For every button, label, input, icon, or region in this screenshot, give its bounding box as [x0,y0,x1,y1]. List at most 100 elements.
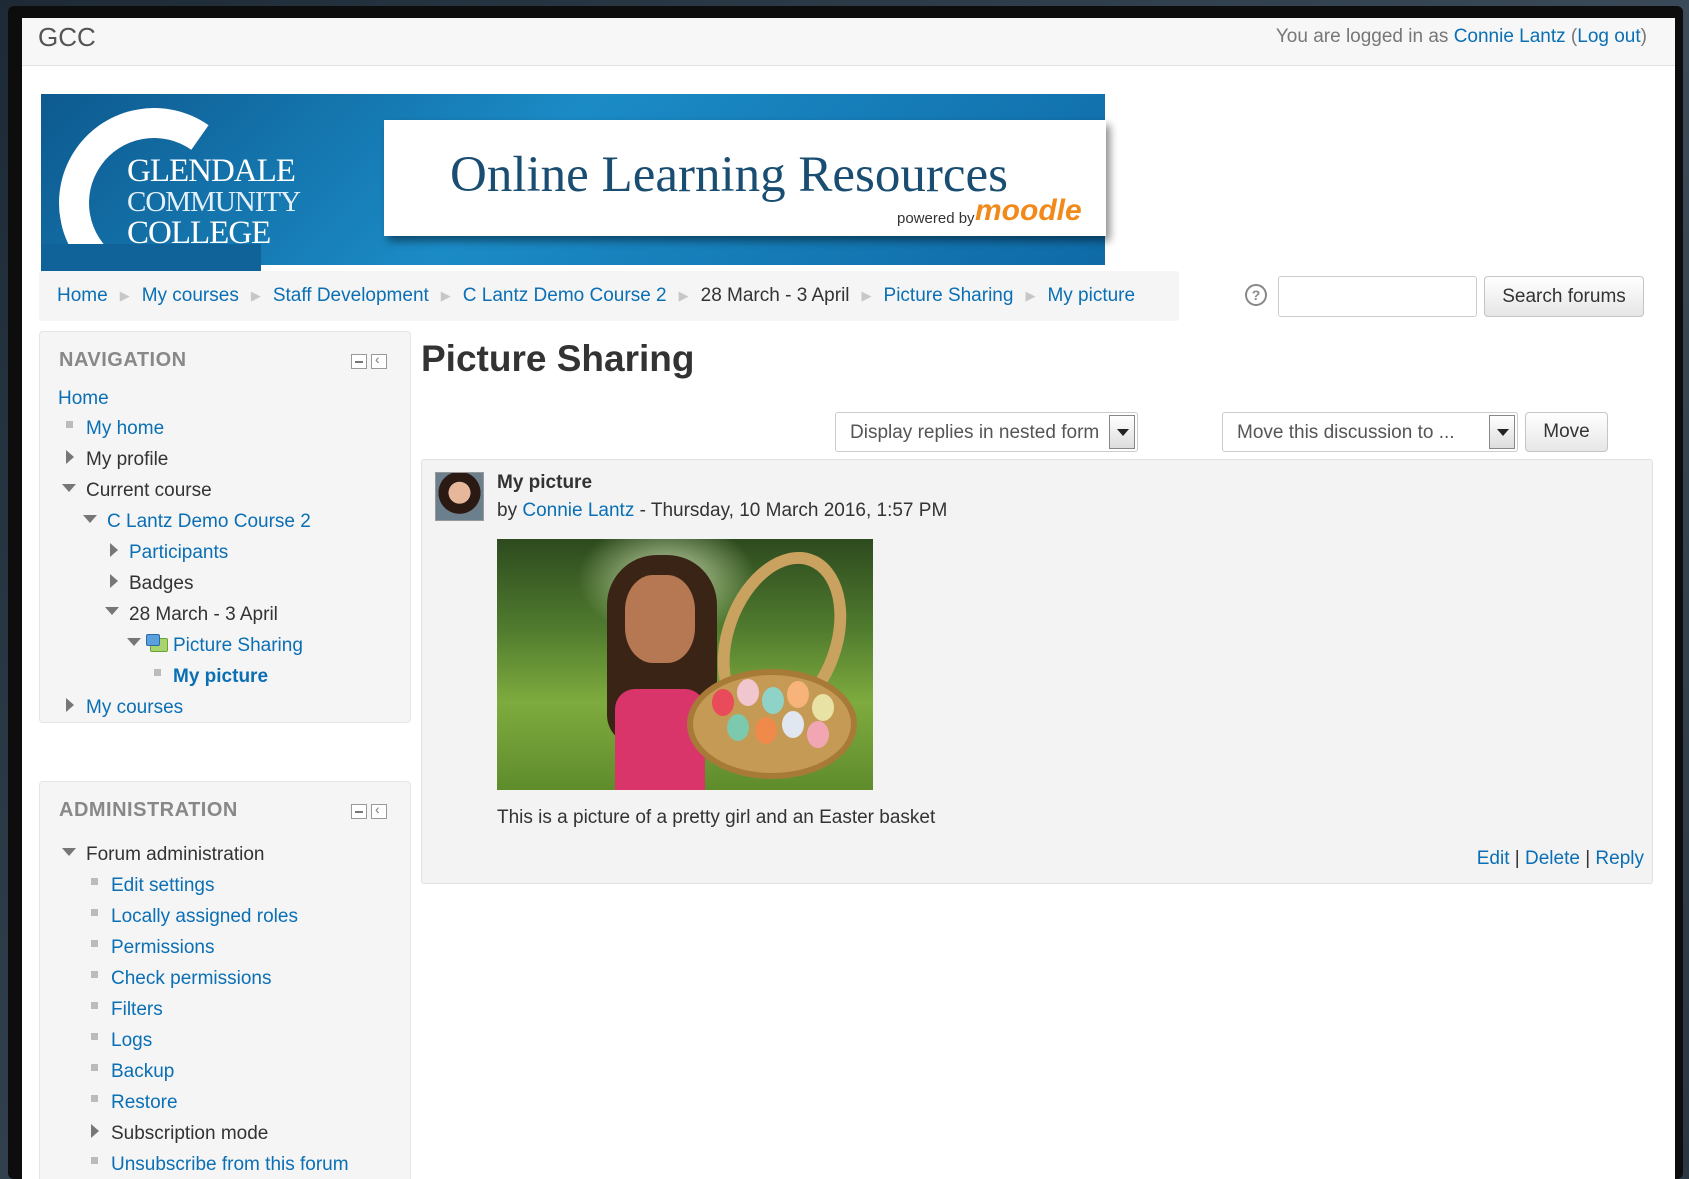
logout-open: ( [1565,26,1578,47]
nav-bullet-icon [66,421,73,428]
user-profile-link[interactable]: Connie Lantz [1454,26,1566,47]
navigation-block-title: NAVIGATION [59,349,187,371]
nav-forum[interactable]: Picture Sharing [173,635,303,657]
breadcrumb-discussion[interactable]: My picture [1047,285,1135,307]
admin-bullet-icon [91,940,98,947]
nav-home[interactable]: Home [58,388,109,410]
move-discussion-select[interactable]: Move this discussion to ... [1222,412,1518,452]
collapse-arrow-icon[interactable] [83,515,97,523]
admin-bullet-icon [91,1064,98,1071]
breadcrumb-separator-icon: ▶ [119,288,130,303]
page-title: Picture Sharing [421,338,695,379]
display-mode-value: Display replies in nested form [850,422,1100,443]
post-image[interactable] [497,539,873,790]
breadcrumb-course[interactable]: C Lantz Demo Course 2 [463,285,667,307]
header-banner[interactable]: GLENDALE COMMUNITY COLLEGE Online Learni… [41,92,1106,314]
post-author-link[interactable]: Connie Lantz [522,500,634,521]
move-discussion-value: Move this discussion to ... [1237,422,1455,443]
admin-backup[interactable]: Backup [111,1061,174,1083]
college-line-3: COLLEGE [127,215,271,251]
collapse-arrow-icon[interactable] [127,638,141,646]
expand-arrow-icon[interactable] [110,543,118,557]
nav-my-profile[interactable]: My profile [86,449,168,471]
search-forums-input[interactable] [1278,276,1477,317]
logout-close: ) [1640,26,1647,47]
expand-arrow-icon[interactable] [110,574,118,588]
admin-bullet-icon [91,1095,98,1102]
nav-my-courses[interactable]: My courses [86,697,183,719]
photo-girl-face [625,575,695,663]
minimize-block-icon[interactable] [351,354,367,369]
photo-egg [762,687,784,714]
collapse-arrow-icon[interactable] [62,848,76,856]
banner-title: Online Learning Resources [450,147,1008,203]
logout-link[interactable]: Log out [1577,26,1640,47]
admin-locally-assigned-roles[interactable]: Locally assigned roles [111,906,298,928]
breadcrumb-separator-icon: ▶ [440,288,451,303]
admin-bullet-icon [91,909,98,916]
banner-title-card: Online Learning Resources powered by moo… [384,120,1106,236]
post-message: This is a picture of a pretty girl and a… [497,807,936,828]
breadcrumb-separator-icon: ▶ [250,288,261,303]
admin-filters[interactable]: Filters [111,999,163,1021]
photo-egg [812,694,834,721]
photo-egg [737,679,759,706]
breadcrumb-staff-development[interactable]: Staff Development [273,285,429,307]
admin-forum-administration[interactable]: Forum administration [86,844,264,866]
admin-unsubscribe[interactable]: Unsubscribe from this forum [111,1154,349,1176]
expand-arrow-icon[interactable] [66,698,74,712]
college-line-2: COMMUNITY [127,186,301,218]
help-icon[interactable]: ? [1245,284,1267,306]
nav-week[interactable]: 28 March - 3 April [129,604,278,626]
chevron-down-icon [1109,415,1135,449]
nav-course[interactable]: C Lantz Demo Course 2 [107,511,311,533]
move-button[interactable]: Move [1525,412,1608,452]
college-line-1: GLENDALE [127,153,296,189]
nav-badges[interactable]: Badges [129,573,193,595]
breadcrumb-forum[interactable]: Picture Sharing [884,285,1014,307]
top-bar: GCC You are logged in as Connie Lantz (L… [22,18,1675,66]
forum-post: My picture by Connie Lantz - Thursday, 1… [421,459,1653,884]
breadcrumb-home[interactable]: Home [57,285,108,307]
admin-permissions[interactable]: Permissions [111,937,214,959]
collapse-arrow-icon[interactable] [62,484,76,492]
dock-block-icon[interactable] [371,351,387,369]
admin-subscription-mode[interactable]: Subscription mode [111,1123,268,1145]
navigation-block: NAVIGATION Home My home My profile Curre… [39,331,411,723]
expand-arrow-icon[interactable] [91,1124,99,1138]
site-name-link[interactable]: GCC [38,22,96,53]
post-delete-link[interactable]: Delete [1525,848,1580,869]
breadcrumb-my-courses[interactable]: My courses [142,285,239,307]
admin-bullet-icon [91,971,98,978]
expand-arrow-icon[interactable] [66,450,74,464]
admin-logs[interactable]: Logs [111,1030,152,1052]
dock-block-icon[interactable] [371,801,387,819]
author-avatar[interactable] [435,472,484,521]
search-forums-button[interactable]: Search forums [1484,276,1644,317]
post-command-separator: | [1509,848,1525,869]
breadcrumb-separator-icon: ▶ [861,288,872,303]
admin-restore[interactable]: Restore [111,1092,178,1114]
breadcrumb-separator-icon: ▶ [1025,288,1036,303]
post-edit-link[interactable]: Edit [1477,848,1510,869]
powered-by-label: powered by [897,210,975,227]
nav-current-course[interactable]: Current course [86,480,212,502]
nav-participants[interactable]: Participants [129,542,228,564]
login-info: You are logged in as Connie Lantz (Log o… [1276,26,1647,48]
administration-block: ADMINISTRATION Forum administration Edit… [39,781,411,1179]
post-reply-link[interactable]: Reply [1595,848,1644,869]
admin-check-permissions[interactable]: Check permissions [111,968,272,990]
display-mode-select[interactable]: Display replies in nested form [835,412,1138,452]
photo-egg [787,681,809,708]
minimize-block-icon[interactable] [351,804,367,819]
college-logo-text: GLENDALE COMMUNITY COLLEGE [127,153,301,251]
nav-bullet-icon [154,669,161,676]
nav-my-home[interactable]: My home [86,418,164,440]
admin-edit-settings[interactable]: Edit settings [111,875,215,897]
post-by-label: by [497,500,523,521]
post-subject: My picture [497,472,593,493]
post-date: - Thursday, 10 March 2016, 1:57 PM [634,500,948,521]
nav-discussion-current[interactable]: My picture [173,666,268,688]
post-byline: by Connie Lantz - Thursday, 10 March 201… [497,500,947,522]
collapse-arrow-icon[interactable] [105,607,119,615]
